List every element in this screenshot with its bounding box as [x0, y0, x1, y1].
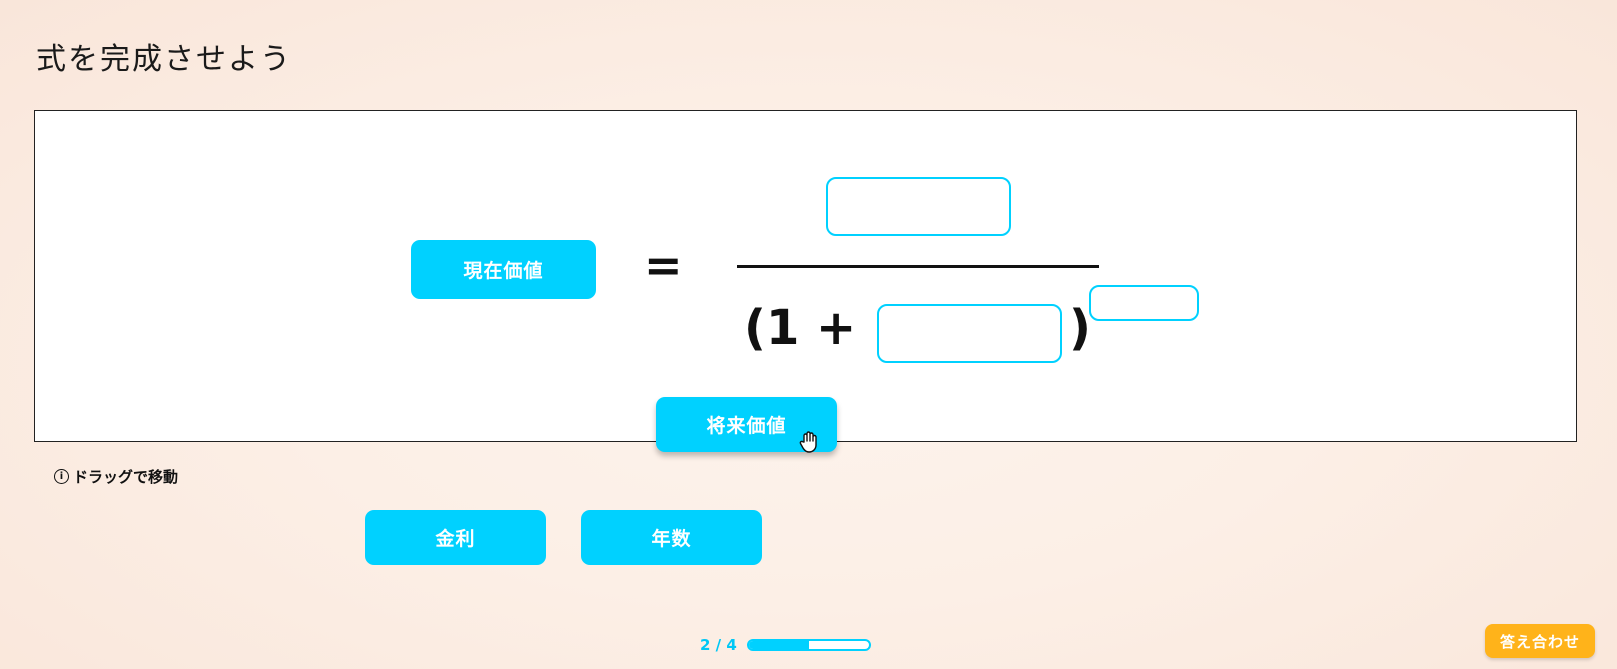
- progress-fill: [748, 641, 809, 649]
- drag-hint: i ドラッグで移動: [54, 466, 178, 487]
- check-answer-button[interactable]: 答え合わせ: [1485, 624, 1595, 658]
- grab-hand-icon: [799, 431, 817, 453]
- rate-drop-slot[interactable]: [877, 304, 1062, 363]
- exponent-drop-slot[interactable]: [1089, 285, 1199, 321]
- close-paren: ): [1069, 300, 1091, 356]
- numerator-drop-slot[interactable]: [826, 177, 1011, 236]
- equation-board: [34, 110, 1577, 442]
- progress-label: 2 / 4: [700, 636, 737, 654]
- drag-hint-text: ドラッグで移動: [73, 468, 179, 486]
- years-chip[interactable]: 年数: [581, 510, 762, 565]
- interest-rate-chip[interactable]: 金利: [365, 510, 546, 565]
- progress-bar: [746, 639, 871, 651]
- denominator-prefix: (1 +: [744, 300, 857, 356]
- equals-sign: =: [644, 238, 683, 292]
- info-icon: i: [54, 469, 69, 484]
- fraction-bar: [737, 265, 1099, 268]
- page-title: 式を完成させよう: [36, 42, 292, 77]
- present-value-chip[interactable]: 現在価値: [411, 240, 596, 299]
- progress-indicator: 2 / 4: [700, 636, 871, 654]
